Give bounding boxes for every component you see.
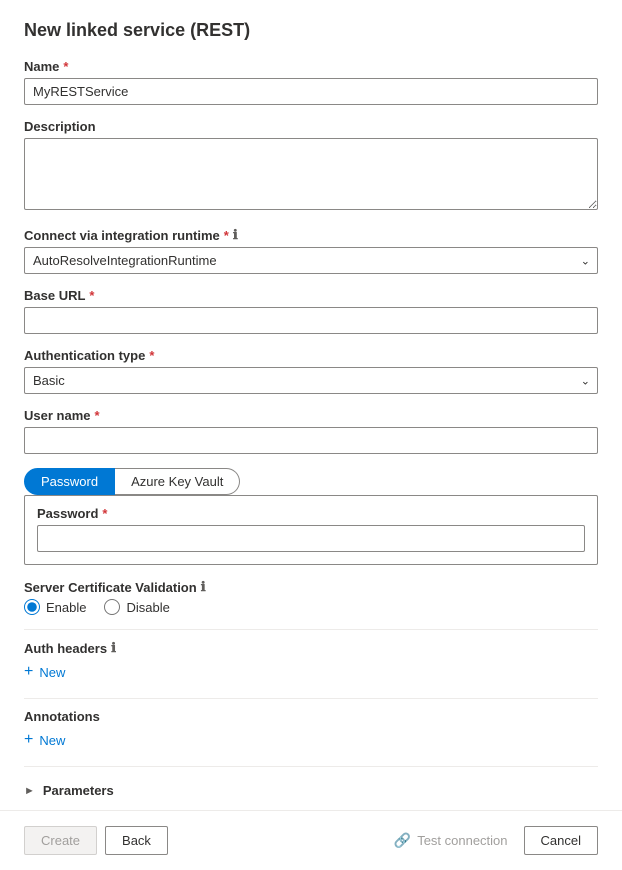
integration-runtime-info-icon[interactable]: ℹ — [233, 227, 238, 243]
auth-type-required: * — [149, 348, 154, 363]
username-input[interactable] — [24, 427, 598, 454]
integration-runtime-select[interactable]: AutoResolveIntegrationRuntime — [24, 247, 598, 274]
auth-type-select[interactable]: Basic Anonymous Client Certificate Manag… — [24, 367, 598, 394]
password-box: Password * — [24, 495, 598, 565]
name-field-group: Name * — [24, 59, 598, 105]
auth-type-select-wrapper: Basic Anonymous Client Certificate Manag… — [24, 367, 598, 394]
cancel-button[interactable]: Cancel — [524, 826, 598, 855]
panel-title: New linked service (REST) — [24, 20, 598, 41]
integration-runtime-select-wrapper: AutoResolveIntegrationRuntime ⌄ — [24, 247, 598, 274]
test-connection-button[interactable]: 🔗 Test connection — [386, 826, 516, 855]
server-cert-field-group: Server Certificate Validation ℹ Enable D… — [24, 579, 598, 615]
password-label: Password * — [37, 506, 585, 521]
parameters-collapse-button[interactable]: ► Parameters — [24, 777, 114, 804]
enable-label: Enable — [46, 600, 86, 615]
base-url-required: * — [89, 288, 94, 303]
name-input[interactable] — [24, 78, 598, 105]
auth-headers-plus-icon: + — [24, 664, 33, 680]
auth-type-field-group: Authentication type * Basic Anonymous Cl… — [24, 348, 598, 394]
integration-runtime-field-group: Connect via integration runtime * ℹ Auto… — [24, 227, 598, 274]
disable-radio-item[interactable]: Disable — [104, 599, 169, 615]
auth-headers-field-group: Auth headers ℹ + New — [24, 640, 598, 684]
password-required: * — [102, 506, 107, 521]
parameters-chevron-icon: ► — [24, 785, 35, 797]
footer: Create Back 🔗 Test connection Cancel — [0, 810, 622, 870]
server-cert-radio-group: Enable Disable — [24, 599, 598, 615]
name-required: * — [63, 59, 68, 74]
auth-headers-label: Auth headers ℹ — [24, 640, 598, 656]
server-cert-info-icon[interactable]: ℹ — [201, 579, 206, 595]
base-url-field-group: Base URL * — [24, 288, 598, 334]
auth-type-label: Authentication type * — [24, 348, 598, 363]
base-url-input[interactable] — [24, 307, 598, 334]
annotations-label: Annotations — [24, 709, 598, 724]
annotations-plus-icon: + — [24, 732, 33, 748]
description-label: Description — [24, 119, 598, 134]
auth-headers-new-button[interactable]: + New — [24, 660, 65, 684]
parameters-label: Parameters — [43, 783, 114, 798]
annotations-new-button[interactable]: + New — [24, 728, 65, 752]
divider-2 — [24, 698, 598, 699]
password-tab[interactable]: Password — [24, 468, 115, 495]
username-required: * — [94, 408, 99, 423]
integration-runtime-label: Connect via integration runtime * ℹ — [24, 227, 598, 243]
test-connection-icon: 🔗 — [394, 832, 411, 849]
username-field-group: User name * — [24, 408, 598, 454]
annotations-field-group: Annotations + New — [24, 709, 598, 752]
disable-radio[interactable] — [104, 599, 120, 615]
disable-label: Disable — [126, 600, 169, 615]
divider-1 — [24, 629, 598, 630]
password-tab-group: Password Azure Key Vault — [24, 468, 598, 495]
parameters-field-group: ► Parameters — [24, 777, 598, 804]
password-section: Password Azure Key Vault Password * — [24, 468, 598, 565]
create-button[interactable]: Create — [24, 826, 97, 855]
description-textarea[interactable] — [24, 138, 598, 210]
password-input[interactable] — [37, 525, 585, 552]
footer-right: 🔗 Test connection Cancel — [386, 826, 598, 855]
page-wrapper: New linked service (REST) Name * Descrip… — [0, 0, 622, 870]
panel: New linked service (REST) Name * Descrip… — [0, 0, 622, 810]
server-cert-label: Server Certificate Validation ℹ — [24, 579, 598, 595]
azure-key-vault-tab[interactable]: Azure Key Vault — [115, 468, 240, 495]
back-button[interactable]: Back — [105, 826, 168, 855]
base-url-label: Base URL * — [24, 288, 598, 303]
name-label: Name * — [24, 59, 598, 74]
description-field-group: Description — [24, 119, 598, 213]
integration-runtime-required: * — [224, 228, 229, 243]
divider-3 — [24, 766, 598, 767]
auth-headers-info-icon[interactable]: ℹ — [111, 640, 116, 656]
enable-radio-item[interactable]: Enable — [24, 599, 86, 615]
enable-radio[interactable] — [24, 599, 40, 615]
username-label: User name * — [24, 408, 598, 423]
